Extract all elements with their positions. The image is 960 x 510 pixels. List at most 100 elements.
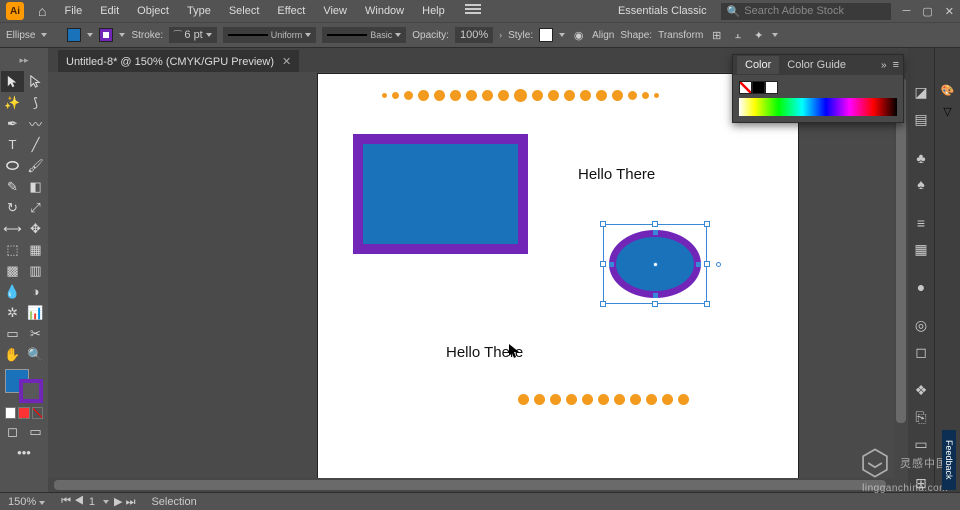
none-swatch[interactable] xyxy=(739,81,752,94)
document-tab[interactable]: Untitled-8* @ 150% (CMYK/GPU Preview)✕ xyxy=(58,50,299,72)
width-tool[interactable]: ⟷ xyxy=(1,218,24,239)
ellipse-selected[interactable] xyxy=(603,224,707,304)
white-swatch[interactable] xyxy=(765,81,778,94)
anchor-e[interactable] xyxy=(696,262,701,267)
handle-n[interactable] xyxy=(652,221,658,227)
type-tool[interactable]: T xyxy=(1,134,24,155)
stroke-swatch[interactable] xyxy=(99,28,113,42)
handle-se[interactable] xyxy=(704,301,710,307)
home-icon[interactable]: ⌂ xyxy=(38,3,46,19)
mesh-tool[interactable]: ▩ xyxy=(1,260,24,281)
brush-def[interactable]: Basic xyxy=(322,27,406,43)
gradient-tool[interactable]: ▥ xyxy=(24,260,47,281)
menu-window[interactable]: Window xyxy=(357,2,412,20)
stroke-panel-icon[interactable]: ≡ xyxy=(912,215,930,231)
menu-effect[interactable]: Effect xyxy=(269,2,313,20)
tool-collapse-icon[interactable]: ▸▸ xyxy=(1,50,47,71)
draw-mode[interactable]: ◻ xyxy=(1,421,24,442)
panel-collapse-icon[interactable]: » xyxy=(881,60,887,71)
artboard-nav[interactable]: ⏮ ◀ 1 ▶ ⏭ xyxy=(61,495,135,509)
handle-ne[interactable] xyxy=(704,221,710,227)
stock-search[interactable]: 🔍Search Adobe Stock xyxy=(721,3,891,20)
black-swatch[interactable] xyxy=(752,81,765,94)
scroll-thumb-h[interactable] xyxy=(54,480,886,490)
color-guide-panel-icon[interactable]: ▽ xyxy=(943,105,951,118)
color-mode[interactable] xyxy=(5,407,16,419)
shape-builder-tool[interactable]: ⬚ xyxy=(1,239,24,260)
var-width-profile[interactable]: Uniform xyxy=(223,27,317,43)
anchor-s[interactable] xyxy=(653,293,658,298)
handle-s[interactable] xyxy=(652,301,658,307)
close-tab-icon[interactable]: ✕ xyxy=(282,55,291,68)
none-mode[interactable] xyxy=(32,407,43,419)
anchor-n[interactable] xyxy=(653,230,658,235)
zoom-level[interactable]: 150% xyxy=(8,496,45,508)
scale-tool[interactable]: ⤢ xyxy=(24,197,47,218)
menu-view[interactable]: View xyxy=(315,2,355,20)
align-label[interactable]: Align xyxy=(592,30,614,41)
handle-nw[interactable] xyxy=(600,221,606,227)
symbol-sprayer-tool[interactable]: ✲ xyxy=(1,302,24,323)
fill-dd[interactable] xyxy=(87,33,93,37)
free-transform-tool[interactable]: ✥ xyxy=(24,218,47,239)
more-panel-icon[interactable]: ⊞ xyxy=(912,475,930,492)
brushes-panel-icon[interactable]: ♣ xyxy=(912,150,930,166)
menu-edit[interactable]: Edit xyxy=(92,2,127,20)
tool-dd[interactable] xyxy=(41,33,47,37)
tab-color-guide[interactable]: Color Guide xyxy=(779,56,854,74)
selection-tool[interactable] xyxy=(1,71,24,92)
eraser-tool[interactable]: ◧ xyxy=(24,176,47,197)
graph-tool[interactable]: 📊 xyxy=(24,302,47,323)
asset-export-panel-icon[interactable]: ⎘ xyxy=(912,409,930,426)
ellipse-tool[interactable] xyxy=(1,155,24,176)
canvas[interactable]: Hello There Hello There xyxy=(48,72,908,492)
perspective-tool[interactable]: ▦ xyxy=(24,239,47,260)
scrollbar-horizontal[interactable] xyxy=(48,478,908,492)
scrollbar-vertical[interactable] xyxy=(894,72,908,478)
arrange-docs-icon[interactable] xyxy=(465,4,481,18)
tab-color[interactable]: Color xyxy=(737,56,779,74)
menu-type[interactable]: Type xyxy=(179,2,219,20)
menu-file[interactable]: File xyxy=(56,2,90,20)
screen-mode[interactable]: ▭ xyxy=(24,421,47,442)
handle-e[interactable] xyxy=(704,261,710,267)
spectrum-ramp[interactable] xyxy=(739,98,897,116)
artboard-tool[interactable]: ▭ xyxy=(1,323,24,344)
stroke-weight[interactable]: ⁀6 pt xyxy=(169,27,217,43)
artboards-panel-icon[interactable]: ▭ xyxy=(912,436,930,453)
eyedropper-tool[interactable]: 💧 xyxy=(1,281,24,302)
zoom-tool[interactable]: 🔍 xyxy=(24,344,47,365)
pie-widget[interactable] xyxy=(716,262,721,267)
magic-wand-tool[interactable]: ✨ xyxy=(1,92,24,113)
center-point[interactable] xyxy=(653,262,658,267)
shaper-tool[interactable]: ✎ xyxy=(1,176,24,197)
transparency-panel-icon[interactable]: ◎ xyxy=(912,317,930,334)
hand-tool[interactable]: ✋ xyxy=(1,344,24,365)
pen-tool[interactable]: ✒ xyxy=(1,113,24,134)
menu-object[interactable]: Object xyxy=(129,2,177,20)
menu-help[interactable]: Help xyxy=(414,2,453,20)
stroke-dd[interactable] xyxy=(119,33,125,37)
paintbrush-tool[interactable]: 🖌 xyxy=(24,155,47,176)
stroke-box[interactable] xyxy=(19,379,43,403)
fill-swatch[interactable] xyxy=(67,28,81,42)
maximize-button[interactable]: ▢ xyxy=(922,5,932,18)
fill-stroke-control[interactable] xyxy=(5,369,45,405)
color-panel-icon[interactable]: 🎨 xyxy=(941,84,955,97)
gradient-mode[interactable] xyxy=(18,407,29,419)
minimize-button[interactable]: ─ xyxy=(903,5,911,18)
app-logo[interactable]: Ai xyxy=(6,2,24,20)
curvature-tool[interactable]: 〰 xyxy=(24,113,47,134)
rotate-tool[interactable]: ↻ xyxy=(1,197,24,218)
close-button[interactable]: ✕ xyxy=(945,5,954,18)
lasso-tool[interactable]: ⟆ xyxy=(24,92,47,113)
libraries-panel-icon[interactable]: ▤ xyxy=(912,111,930,128)
direct-selection-tool[interactable] xyxy=(24,71,47,92)
transform-label[interactable]: Transform xyxy=(658,30,703,41)
opacity-input[interactable]: 100% xyxy=(455,27,493,43)
line-tool[interactable]: ╱ xyxy=(24,134,47,155)
panel-menu-icon[interactable]: ≡ xyxy=(893,59,899,71)
align-icon[interactable]: ⫠ xyxy=(730,28,745,43)
handle-sw[interactable] xyxy=(600,301,606,307)
isolate-icon[interactable]: ⊞ xyxy=(709,28,724,43)
